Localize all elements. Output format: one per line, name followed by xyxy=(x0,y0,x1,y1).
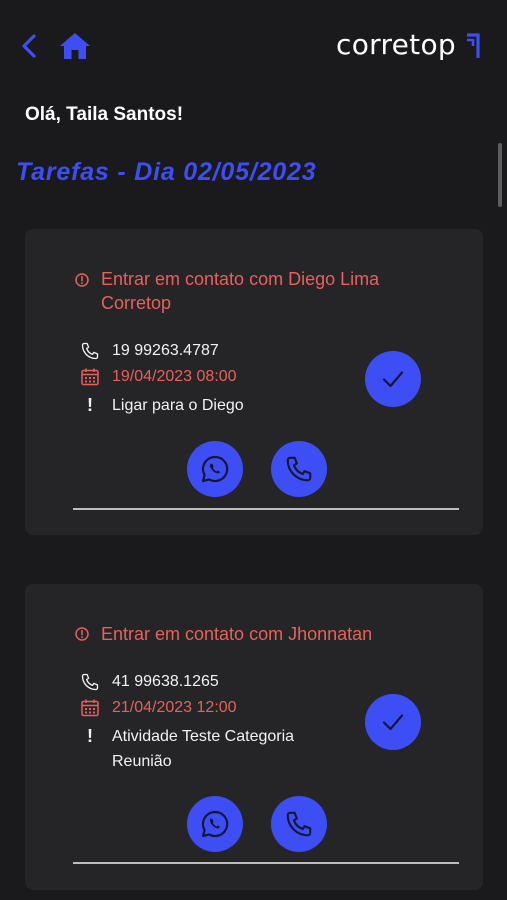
task-phone: 19 99263.4787 xyxy=(80,341,219,361)
task-note: ! Ligar para o Diego xyxy=(80,393,244,418)
task-card: Entrar em contato com Diego Lima Correto… xyxy=(25,229,483,535)
exclamation-icon: ! xyxy=(87,726,93,746)
complete-task-button[interactable] xyxy=(365,694,421,750)
calendar-icon xyxy=(81,368,99,386)
exclamation-icon: ! xyxy=(87,395,93,415)
phone-icon xyxy=(81,673,99,691)
call-button[interactable] xyxy=(271,796,327,852)
top-bar: corretop xyxy=(0,0,507,90)
alert-circle-icon xyxy=(75,273,89,287)
task-note: ! Atividade Teste Categoria Reunião xyxy=(80,724,320,774)
whatsapp-icon xyxy=(201,810,229,838)
home-button[interactable] xyxy=(58,30,92,62)
phone-number: 41 99638.1265 xyxy=(112,673,219,690)
complete-task-button[interactable] xyxy=(365,351,421,407)
brand-name: corretop xyxy=(336,28,456,61)
task-title: Entrar em contato com Jhonnatan xyxy=(75,622,465,646)
task-phone: 41 99638.1265 xyxy=(80,672,219,692)
task-title: Entrar em contato com Diego Lima Correto… xyxy=(75,267,445,315)
greeting: Olá, Taila Santos! xyxy=(25,104,184,125)
calendar-icon xyxy=(81,699,99,717)
task-card: Entrar em contato com Jhonnatan 41 99638… xyxy=(25,584,483,890)
whatsapp-icon xyxy=(201,455,229,483)
whatsapp-button[interactable] xyxy=(187,441,243,497)
task-datetime: 19/04/2023 08:00 xyxy=(80,367,237,387)
card-divider xyxy=(73,862,459,864)
scrollbar[interactable] xyxy=(498,143,502,207)
back-button[interactable] xyxy=(18,32,42,60)
alert-circle-icon xyxy=(75,627,89,641)
task-title-text: Entrar em contato com Jhonnatan xyxy=(101,624,373,644)
chevron-left-icon xyxy=(22,34,36,58)
check-icon xyxy=(382,714,404,731)
corretop-arrow-mark xyxy=(466,33,480,58)
task-datetime: 21/04/2023 12:00 xyxy=(80,698,237,718)
task-date: 21/04/2023 12:00 xyxy=(112,699,237,716)
task-date: 19/04/2023 08:00 xyxy=(112,368,237,385)
phone-icon xyxy=(286,811,312,837)
whatsapp-button[interactable] xyxy=(187,796,243,852)
task-title-text: Entrar em contato com Diego Lima Correto… xyxy=(101,269,380,313)
phone-icon xyxy=(286,456,312,482)
page-title: Tarefas - Dia 02/05/2023 xyxy=(16,158,317,186)
task-note-text: Ligar para o Diego xyxy=(112,397,244,414)
task-note-text: Atividade Teste Categoria Reunião xyxy=(112,728,295,770)
brand-logo: corretop xyxy=(336,28,482,62)
call-button[interactable] xyxy=(271,441,327,497)
check-icon xyxy=(382,371,404,388)
card-divider xyxy=(73,508,459,510)
home-icon xyxy=(60,33,90,59)
phone-number: 19 99263.4787 xyxy=(112,342,219,359)
phone-icon xyxy=(81,342,99,360)
